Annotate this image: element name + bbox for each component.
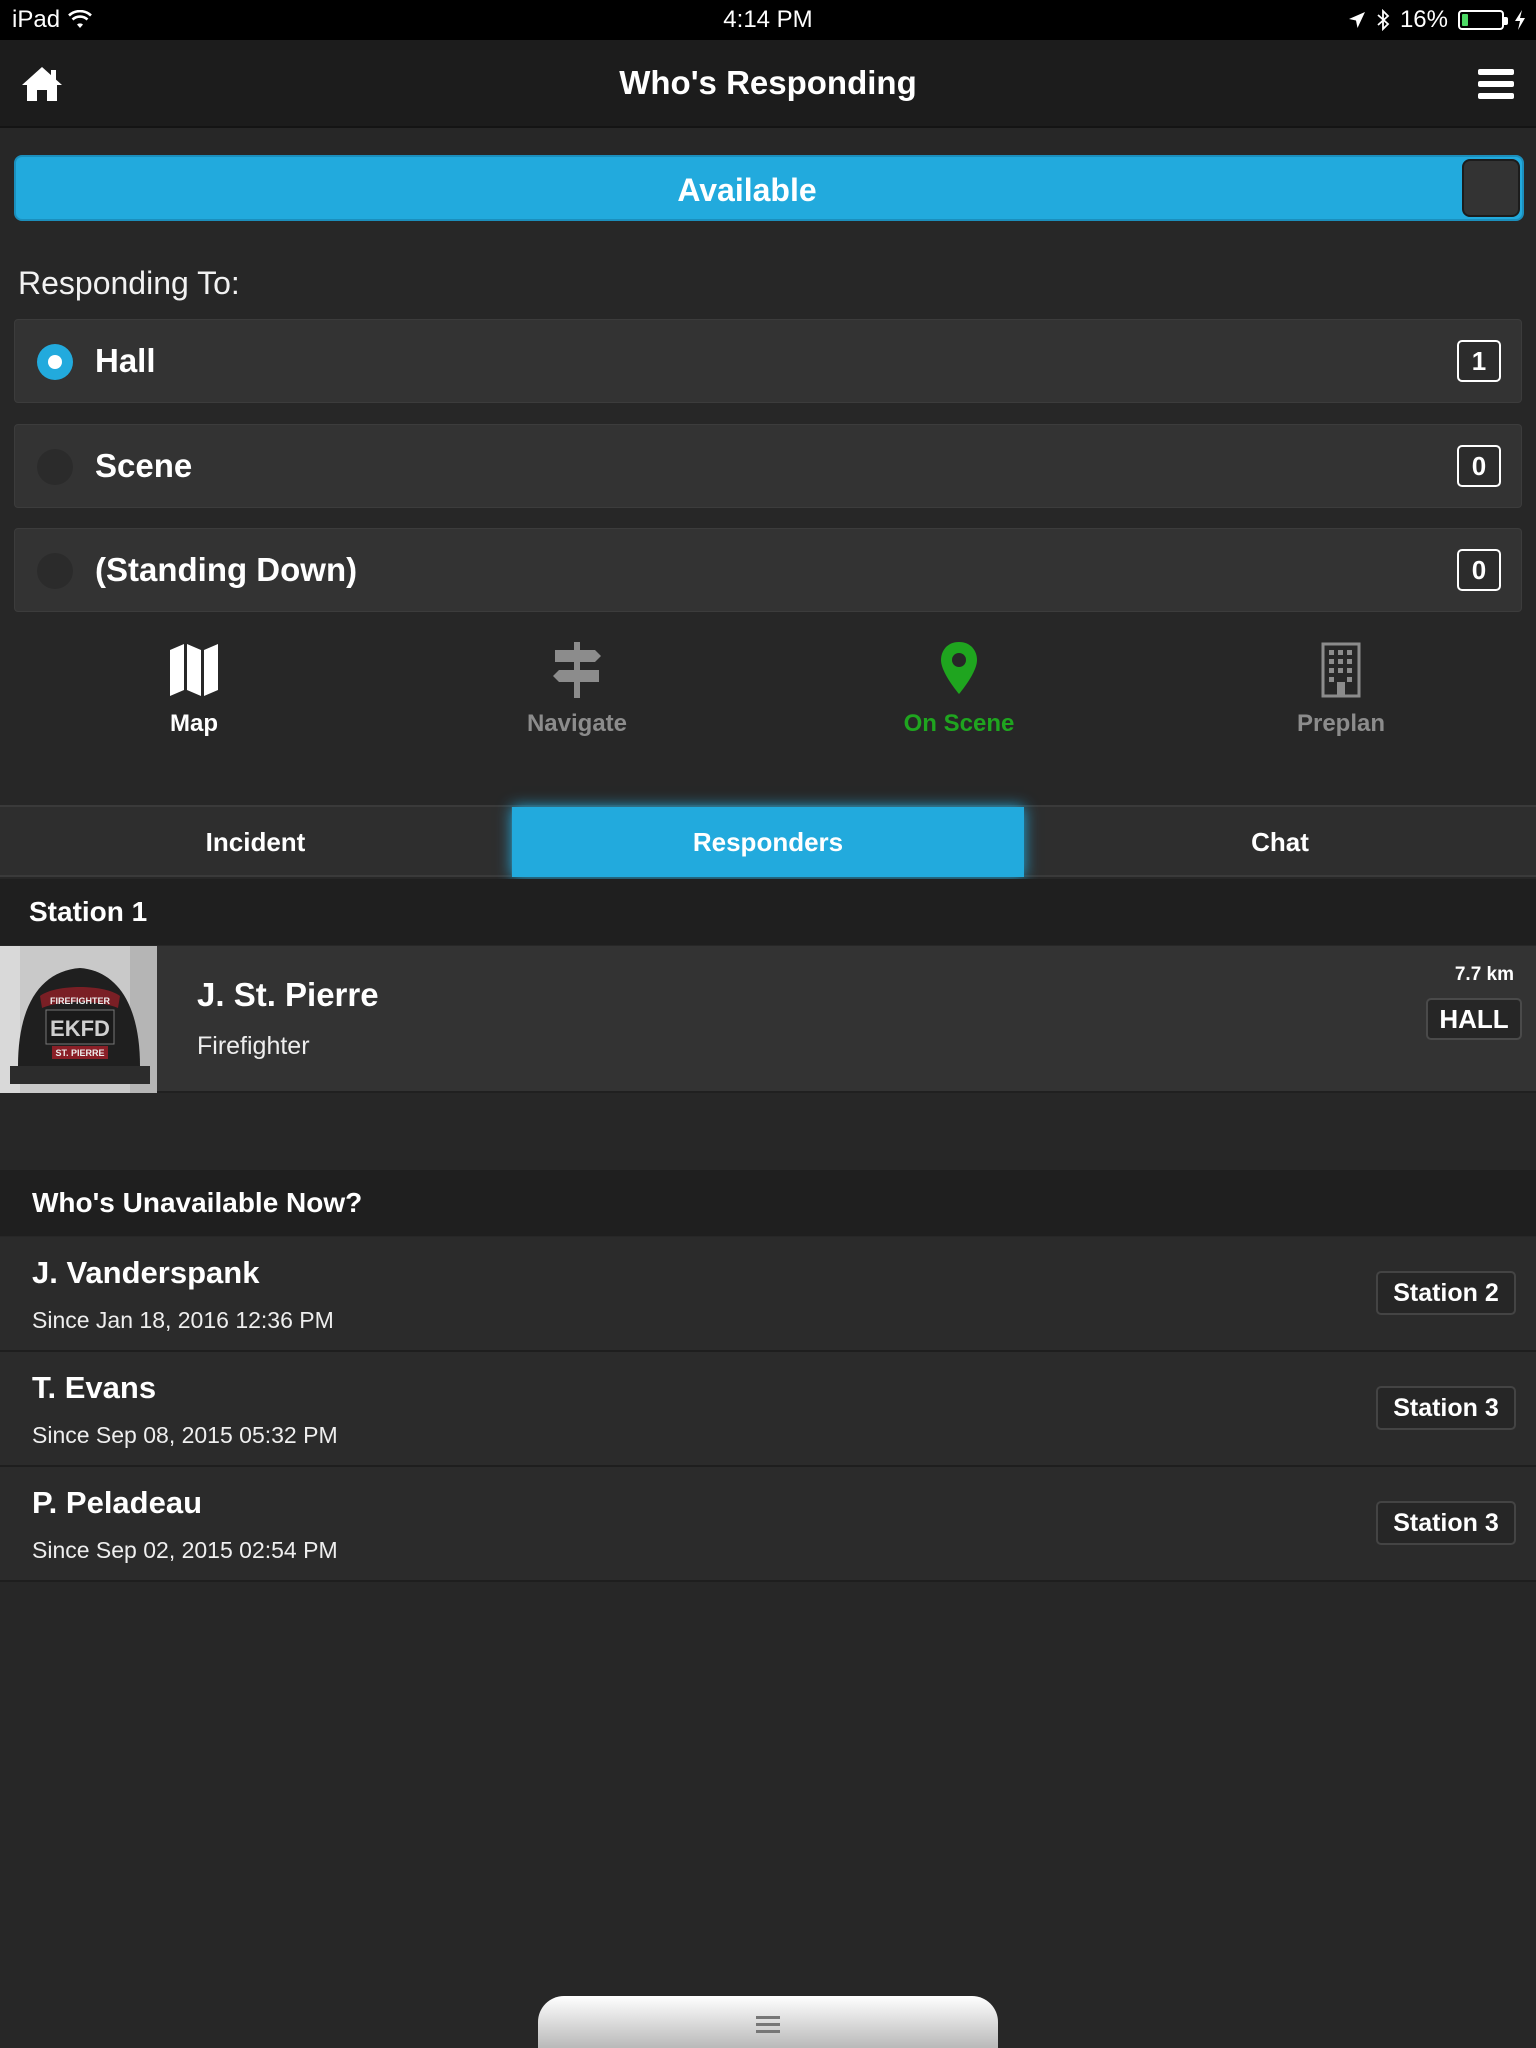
option-label: (Standing Down)	[95, 551, 358, 588]
unavailable-name: P. Peladeau	[32, 1485, 203, 1520]
map-pin-icon	[941, 642, 977, 694]
unavailable-since: Since Sep 08, 2015 05:32 PM	[32, 1422, 338, 1448]
helmet-shield-main-text: EKFD	[50, 1016, 110, 1041]
option-scene[interactable]: Scene 0	[14, 424, 1522, 508]
building-icon	[1321, 642, 1361, 698]
map-icon	[170, 644, 218, 696]
option-label: Scene	[95, 447, 193, 484]
status-bar: iPad 4:14 PM 16%	[0, 0, 1536, 40]
unavailable-since: Since Sep 02, 2015 02:54 PM	[32, 1537, 338, 1563]
unavailable-row[interactable]: J. Vanderspank Since Jan 18, 2016 12:36 …	[0, 1237, 1536, 1352]
option-label: Hall	[95, 342, 156, 379]
option-hall[interactable]: Hall 1	[14, 319, 1522, 403]
on-scene-label: On Scene	[903, 710, 1015, 737]
responder-row[interactable]: FIREFIGHTER EKFD ST. PIERRE J. St. Pierr…	[0, 946, 1536, 1093]
tab-responders[interactable]: Responders	[512, 807, 1024, 877]
radio-button-scene[interactable]	[37, 449, 73, 485]
bluetooth-icon	[1377, 9, 1390, 31]
action-bar: Map Navigate On Scene Preplan	[0, 640, 1536, 760]
responder-avatar: FIREFIGHTER EKFD ST. PIERRE	[0, 946, 157, 1093]
unavailable-row[interactable]: T. Evans Since Sep 08, 2015 05:32 PM Sta…	[0, 1352, 1536, 1467]
drawer-grip-icon	[756, 2016, 780, 2033]
responder-distance: 7.7 km	[1454, 964, 1514, 985]
location-arrow-icon	[1348, 12, 1365, 28]
availability-toggle-knob[interactable]	[1462, 159, 1520, 217]
availability-label: Available	[677, 172, 817, 208]
responder-role: Firefighter	[197, 1032, 310, 1060]
nav-bar: Who's Responding	[0, 40, 1536, 128]
battery-percent: 16%	[1399, 6, 1448, 33]
page-title: Who's Responding	[619, 64, 917, 101]
unavailable-name: J. Vanderspank	[32, 1255, 260, 1290]
navigate-button[interactable]: Navigate	[457, 640, 697, 738]
firefighter-helmet-image: FIREFIGHTER EKFD ST. PIERRE	[0, 946, 157, 1093]
bottom-drawer-handle[interactable]	[538, 1996, 998, 2048]
tab-chat[interactable]: Chat	[1024, 807, 1536, 877]
option-standing-down[interactable]: (Standing Down) 0	[14, 528, 1522, 612]
charging-bolt-icon	[1515, 10, 1525, 30]
helmet-shield-top-text: FIREFIGHTER	[50, 996, 110, 1006]
map-label: Map	[170, 710, 218, 737]
status-time: 4:14 PM	[723, 6, 813, 33]
on-scene-button[interactable]: On Scene	[839, 640, 1079, 738]
option-count-badge: 0	[1457, 445, 1501, 487]
signpost-icon	[553, 642, 601, 698]
responder-name: J. St. Pierre	[197, 976, 379, 1013]
battery-level	[1462, 14, 1469, 26]
unavailable-row[interactable]: P. Peladeau Since Sep 02, 2015 02:54 PM …	[0, 1467, 1536, 1582]
tab-bar: Incident Responders Chat	[0, 805, 1536, 877]
radio-button-standing-down[interactable]	[37, 553, 73, 589]
unavailable-header-label: Who's Unavailable Now?	[32, 1187, 363, 1218]
station-header: Station 1	[0, 879, 1536, 945]
map-button[interactable]: Map	[74, 640, 314, 738]
unavailable-station-badge: Station 2	[1376, 1271, 1516, 1315]
station-header-label: Station 1	[29, 896, 148, 927]
hamburger-menu-icon[interactable]	[1476, 66, 1516, 102]
helmet-shield-bottom-text: ST. PIERRE	[55, 1048, 104, 1058]
radio-button-hall[interactable]	[37, 344, 73, 380]
unavailable-since: Since Jan 18, 2016 12:36 PM	[32, 1307, 334, 1333]
unavailable-name: T. Evans	[32, 1370, 157, 1405]
unavailable-station-badge: Station 3	[1376, 1501, 1516, 1545]
option-count-badge: 0	[1457, 549, 1501, 591]
unavailable-station-badge: Station 3	[1376, 1386, 1516, 1430]
preplan-button[interactable]: Preplan	[1221, 640, 1461, 738]
preplan-label: Preplan	[1296, 710, 1386, 737]
availability-toggle[interactable]: Available	[14, 155, 1524, 221]
battery-icon	[1458, 10, 1508, 30]
unavailable-header: Who's Unavailable Now?	[0, 1170, 1536, 1236]
tab-incident[interactable]: Incident	[0, 807, 512, 877]
responding-to-label: Responding To:	[18, 265, 240, 301]
option-count-badge: 1	[1457, 340, 1501, 382]
navigate-label: Navigate	[526, 710, 628, 737]
responder-location-badge: HALL	[1426, 998, 1522, 1040]
